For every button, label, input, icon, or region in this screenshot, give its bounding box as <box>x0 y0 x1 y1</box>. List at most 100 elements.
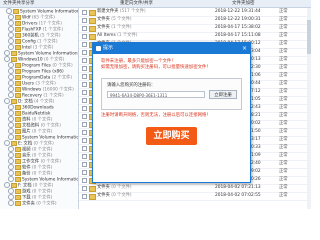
row-checkbox[interactable] <box>82 26 87 31</box>
row-status: 正常 <box>279 161 288 166</box>
folder-icon <box>15 74 21 80</box>
row-checkbox[interactable] <box>82 66 87 71</box>
row-date: 2018-04-17 15:11:08 <box>215 33 261 38</box>
row-name-text: 文件夹 <box>97 25 110 30</box>
row-status: 正常 <box>279 129 288 134</box>
row-name: 文件夹 (0 个文件) <box>97 184 132 192</box>
buy-now-button[interactable]: 立即购买 <box>146 127 197 145</box>
file-row[interactable]: 文件夹 (0 个文件) 2018-04-02 07:02:55 正常 <box>79 192 311 201</box>
row-checkbox[interactable] <box>82 58 87 63</box>
folder-icon <box>15 104 21 110</box>
row-checkbox[interactable] <box>82 114 87 119</box>
folder-icon <box>15 92 21 98</box>
folder-icon <box>15 38 21 44</box>
register-button[interactable]: 立即注册 <box>209 90 237 99</box>
row-checkbox[interactable] <box>82 42 87 47</box>
row-status: 正常 <box>279 33 288 38</box>
row-status: 正常 <box>279 49 288 54</box>
folder-icon <box>15 62 21 68</box>
row-status: 正常 <box>279 153 288 158</box>
folder-icon <box>11 98 17 104</box>
tab-strip: 文件夹共享分享 重定向文件/共享 文件夹加密 <box>0 0 311 8</box>
row-status: 正常 <box>279 89 288 94</box>
row-count: (1 个文件) <box>117 33 138 38</box>
row-status: 正常 <box>279 193 288 198</box>
row-name-text: All Items <box>97 33 116 38</box>
row-status: 正常 <box>279 121 288 126</box>
dialog-title: 提示 <box>103 45 114 51</box>
row-date: 2018-04-02 07:21:13 <box>215 185 261 190</box>
app-icon <box>96 46 101 51</box>
row-checkbox[interactable] <box>82 106 87 111</box>
folder-icon <box>15 200 21 206</box>
row-checkbox[interactable] <box>82 10 87 15</box>
unregistered-notice: 软件未注册，最多只能加密一个文件！ 如需无限加密，请购买注册码，可以批量快速加密… <box>101 59 242 71</box>
folder-icon <box>15 194 21 200</box>
folder-icon <box>15 164 21 170</box>
row-name: 文件夹 (5 个文件) <box>97 16 132 24</box>
row-checkbox[interactable] <box>82 170 87 175</box>
row-count: (0 个文件) <box>111 193 132 198</box>
row-status: 正常 <box>279 185 288 190</box>
row-checkbox[interactable] <box>82 178 87 183</box>
row-checkbox[interactable] <box>82 50 87 55</box>
row-status: 正常 <box>279 73 288 78</box>
row-date: 2018-04-02 07:02:55 <box>215 193 261 198</box>
row-status: 正常 <box>279 41 288 46</box>
row-name: 文件夹 (0 个文件) <box>97 192 132 200</box>
row-checkbox[interactable] <box>82 74 87 79</box>
row-checkbox[interactable] <box>82 34 87 39</box>
row-status: 正常 <box>279 137 288 142</box>
code-label: 请输入您购买的注册码： <box>107 83 156 88</box>
folder-icon <box>15 128 21 134</box>
folder-icon <box>89 194 96 200</box>
row-name: 新建文件夹 (517 个文件) <box>97 8 146 16</box>
row-checkbox[interactable] <box>82 194 87 199</box>
row-checkbox[interactable] <box>82 18 87 23</box>
tab-folder-share[interactable]: 文件夹共享分享 <box>3 0 73 7</box>
row-checkbox[interactable] <box>82 98 87 103</box>
row-checkbox[interactable] <box>82 146 87 151</box>
row-checkbox[interactable] <box>82 186 87 191</box>
folder-icon <box>15 152 21 158</box>
list-scrollbar[interactable] <box>307 8 311 209</box>
row-checkbox[interactable] <box>82 154 87 159</box>
folder-icon <box>15 188 21 194</box>
row-count: (1 个文件) <box>111 25 132 30</box>
folder-icon <box>15 116 21 122</box>
folder-icon <box>15 14 21 20</box>
close-icon[interactable]: × <box>242 43 247 54</box>
row-checkbox[interactable] <box>82 138 87 143</box>
folder-icon <box>11 182 17 188</box>
row-status: 正常 <box>279 169 288 174</box>
folder-icon <box>15 20 21 26</box>
registration-code-input[interactable]: 9941-6A34-D8P0-36E1-1311 <box>107 91 205 98</box>
row-status: 正常 <box>279 113 288 118</box>
expand-toggle-icon[interactable] <box>8 200 14 206</box>
folder-icon <box>15 122 21 128</box>
row-date: 2018-12-22 19:00:31 <box>215 17 261 22</box>
row-name-text: 文件夹 <box>97 185 110 190</box>
row-checkbox[interactable] <box>82 162 87 167</box>
folder-icon <box>15 44 21 50</box>
folder-icon <box>15 86 21 92</box>
folder-icon <box>15 176 21 182</box>
row-count: (5 个文件) <box>111 17 132 22</box>
tab-folder-encrypt[interactable]: 文件夹加密 <box>232 0 302 7</box>
notice-line-2: 如需无限加密，请购买注册码，可以批量快速加密文件！ <box>101 65 211 70</box>
tree-node-label: 文件夹 <box>22 201 35 207</box>
folder-icon <box>11 50 17 56</box>
scrollbar-thumb[interactable] <box>307 20 311 54</box>
tab-redirect[interactable]: 重定向文件/共享 <box>120 0 190 7</box>
folder-icon <box>11 140 17 146</box>
row-checkbox[interactable] <box>82 90 87 95</box>
folder-icon <box>15 110 21 116</box>
row-checkbox[interactable] <box>82 130 87 135</box>
row-checkbox[interactable] <box>82 82 87 87</box>
tree-node[interactable]: 文件夹 (0 个文件) <box>8 200 57 207</box>
folder-icon <box>15 134 21 140</box>
folder-icon <box>15 68 21 74</box>
row-status: 正常 <box>279 65 288 70</box>
row-checkbox[interactable] <box>82 122 87 127</box>
row-status: 正常 <box>279 97 288 102</box>
